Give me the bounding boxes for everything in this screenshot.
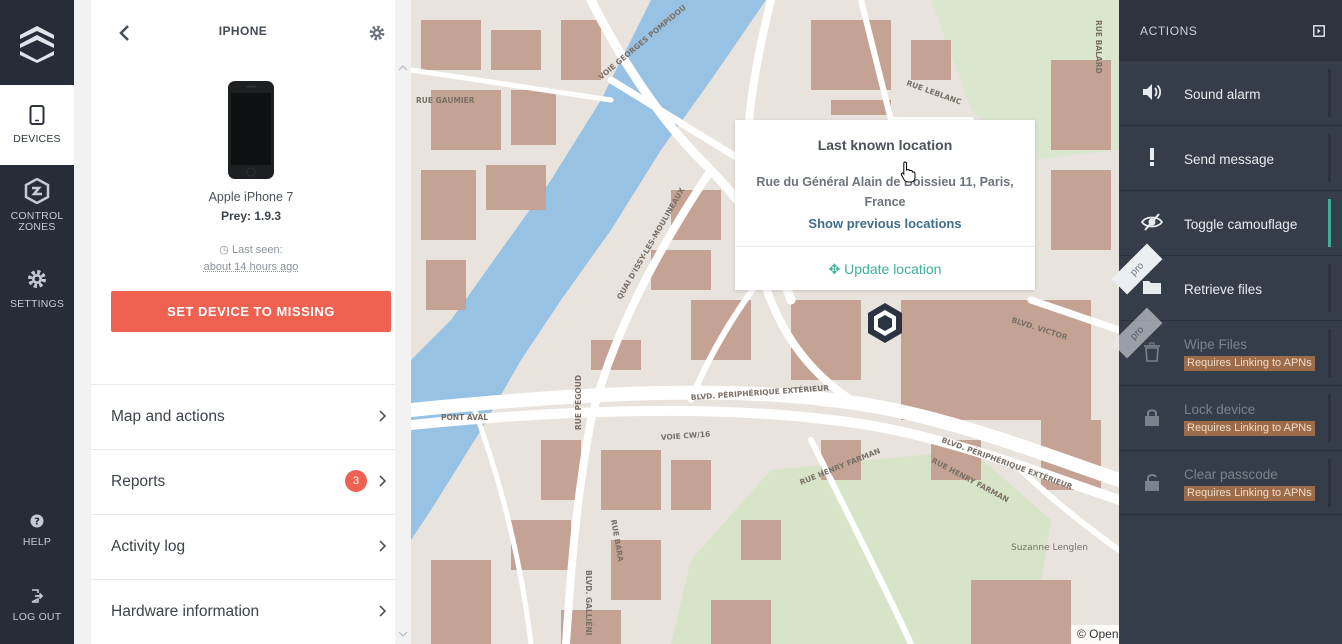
menu-item-reports[interactable]: Reports 3 — [91, 449, 395, 514]
nav-label-help: HELP — [23, 537, 51, 548]
pointer-cursor-icon — [900, 161, 916, 183]
requires-apns-note: Requires Linking to APNs — [1184, 356, 1315, 371]
divider — [735, 246, 1035, 247]
actions-title: ACTIONS — [1140, 24, 1198, 38]
lock-icon — [1141, 406, 1163, 428]
crosshair-icon: ✥ — [829, 261, 841, 277]
action-label: Send message — [1184, 152, 1274, 167]
requires-apns-note: Requires Linking to APNs — [1184, 421, 1315, 436]
collapse-icon — [1313, 25, 1325, 37]
nav-item-settings[interactable]: SETTINGS — [0, 268, 74, 318]
menu-item-label: Reports — [111, 473, 165, 491]
panel-scrollbar[interactable] — [396, 60, 410, 644]
requires-apns-note: Requires Linking to APNs — [1184, 486, 1315, 501]
collapse-panel-button[interactable] — [1313, 24, 1325, 36]
action-label: Lock device — [1184, 402, 1255, 417]
action-status-bar — [1328, 459, 1331, 507]
prey-logo[interactable] — [0, 0, 74, 85]
actions-header: ACTIONS — [1119, 0, 1342, 60]
svg-text:RUE PÉGOUD: RUE PÉGOUD — [574, 375, 583, 430]
chevron-right-icon — [377, 539, 387, 553]
device-location-marker[interactable] — [865, 301, 905, 345]
menu-item-label: Map and actions — [111, 408, 225, 426]
action-send-message[interactable]: Send message — [1119, 125, 1342, 190]
update-location-label: Update location — [844, 261, 941, 277]
main-nav: DEVICES CONTROL ZONES SETTINGS ? HELP LO… — [0, 0, 74, 644]
nav-label-control-zones: CONTROL ZONES — [11, 211, 64, 233]
location-address: Rue du Général Alain de Boissieu 11, Par… — [753, 172, 1017, 212]
action-status-bar — [1328, 394, 1331, 442]
map-view[interactable]: PONT AVAL BLVD. PÉRIPHÉRIQUE EXTÉRIEUR V… — [411, 0, 1119, 644]
action-clear-passcode: Clear passcode Requires Linking to APNs — [1119, 450, 1342, 515]
svg-text:RUE GAUMIER: RUE GAUMIER — [416, 96, 475, 105]
chevron-right-icon — [377, 474, 387, 488]
map-tiles: PONT AVAL BLVD. PÉRIPHÉRIQUE EXTÉRIEUR V… — [411, 0, 1119, 644]
nav-item-control-zones[interactable]: CONTROL ZONES — [0, 178, 74, 238]
eye-slash-icon — [1141, 211, 1163, 233]
unlock-icon — [1141, 471, 1163, 493]
nav-label-settings: SETTINGS — [10, 299, 64, 310]
show-previous-locations-link[interactable]: Show previous locations — [735, 216, 1035, 231]
svg-text:?: ? — [34, 517, 40, 528]
svg-text:Suzanne Lenglen: Suzanne Lenglen — [1011, 543, 1088, 553]
set-missing-button[interactable]: SET DEVICE TO MISSING — [111, 291, 391, 332]
folder-icon — [1141, 276, 1163, 298]
app: DEVICES CONTROL ZONES SETTINGS ? HELP LO… — [0, 0, 1342, 644]
device-name: Apple iPhone 7 — [91, 190, 411, 204]
help-icon: ? — [30, 514, 44, 531]
last-seen-label: Last seen: — [232, 244, 283, 256]
action-toggle-camouflage[interactable]: Toggle camouflage — [1119, 190, 1342, 255]
nav-label-devices: DEVICES — [13, 134, 61, 145]
gear-icon — [368, 24, 386, 42]
nav-item-logout[interactable]: LOG OUT — [0, 589, 74, 629]
update-location-button[interactable]: ✥ Update location — [735, 261, 1035, 278]
last-seen-time: about 14 hours ago — [91, 261, 411, 273]
action-sound-alarm[interactable]: Sound alarm — [1119, 60, 1342, 125]
chevron-right-icon — [377, 409, 387, 423]
menu-item-label: Activity log — [111, 538, 185, 556]
device-panel-header: IPHONE — [91, 0, 395, 60]
device-panel-content: IPHONE Apple iPhone 7 Prey: 1.9.3 ◷ Last… — [91, 0, 395, 644]
action-label: Wipe Files — [1184, 337, 1247, 352]
action-label: Sound alarm — [1184, 87, 1261, 102]
tablet-icon — [29, 105, 45, 128]
svg-text:RUE BALARD: RUE BALARD — [1094, 20, 1103, 74]
clock-icon: ◷ — [219, 244, 229, 256]
speaker-icon — [1141, 81, 1163, 103]
gear-icon — [26, 268, 48, 293]
chevron-right-icon — [377, 604, 387, 618]
action-label: Toggle camouflage — [1184, 217, 1297, 232]
action-status-bar — [1328, 264, 1331, 312]
control-zones-icon — [24, 178, 50, 207]
action-label: Retrieve files — [1184, 282, 1262, 297]
menu-item-map-and-actions[interactable]: Map and actions — [91, 384, 395, 449]
svg-text:BLVD. GALLIÉNI: BLVD. GALLIÉNI — [584, 570, 593, 636]
action-lock-device: Lock device Requires Linking to APNs — [1119, 385, 1342, 450]
device-panel: IPHONE Apple iPhone 7 Prey: 1.9.3 ◷ Last… — [74, 0, 411, 644]
menu-item-activity-log[interactable]: Activity log — [91, 514, 395, 579]
location-popup: Last known location Rue du Général Alain… — [735, 120, 1035, 290]
action-status-bar — [1328, 329, 1331, 377]
action-status-bar — [1328, 134, 1331, 182]
logout-icon — [30, 589, 44, 606]
nav-item-help[interactable]: ? HELP — [0, 514, 74, 554]
last-seen: ◷ Last seen: — [91, 243, 411, 256]
action-label: Clear passcode — [1184, 467, 1278, 482]
exclamation-icon — [1141, 146, 1163, 168]
popup-title: Last known location — [735, 137, 1035, 153]
action-status-bar — [1328, 69, 1331, 117]
svg-text:PONT AVAL: PONT AVAL — [441, 413, 488, 422]
device-settings-button[interactable] — [368, 24, 386, 42]
menu-item-label: Hardware information — [111, 603, 259, 621]
page-title: IPHONE — [91, 24, 395, 38]
action-status-bar — [1328, 199, 1331, 247]
prey-version: Prey: 1.9.3 — [91, 209, 411, 223]
menu-item-hardware-information[interactable]: Hardware information — [91, 579, 395, 644]
nav-label-logout: LOG OUT — [13, 612, 62, 623]
reports-count-badge: 3 — [345, 470, 367, 492]
nav-item-devices[interactable]: DEVICES — [0, 85, 74, 165]
trash-icon — [1141, 341, 1163, 363]
map-attribution[interactable]: © Open — [1071, 625, 1119, 644]
device-image — [227, 80, 275, 180]
